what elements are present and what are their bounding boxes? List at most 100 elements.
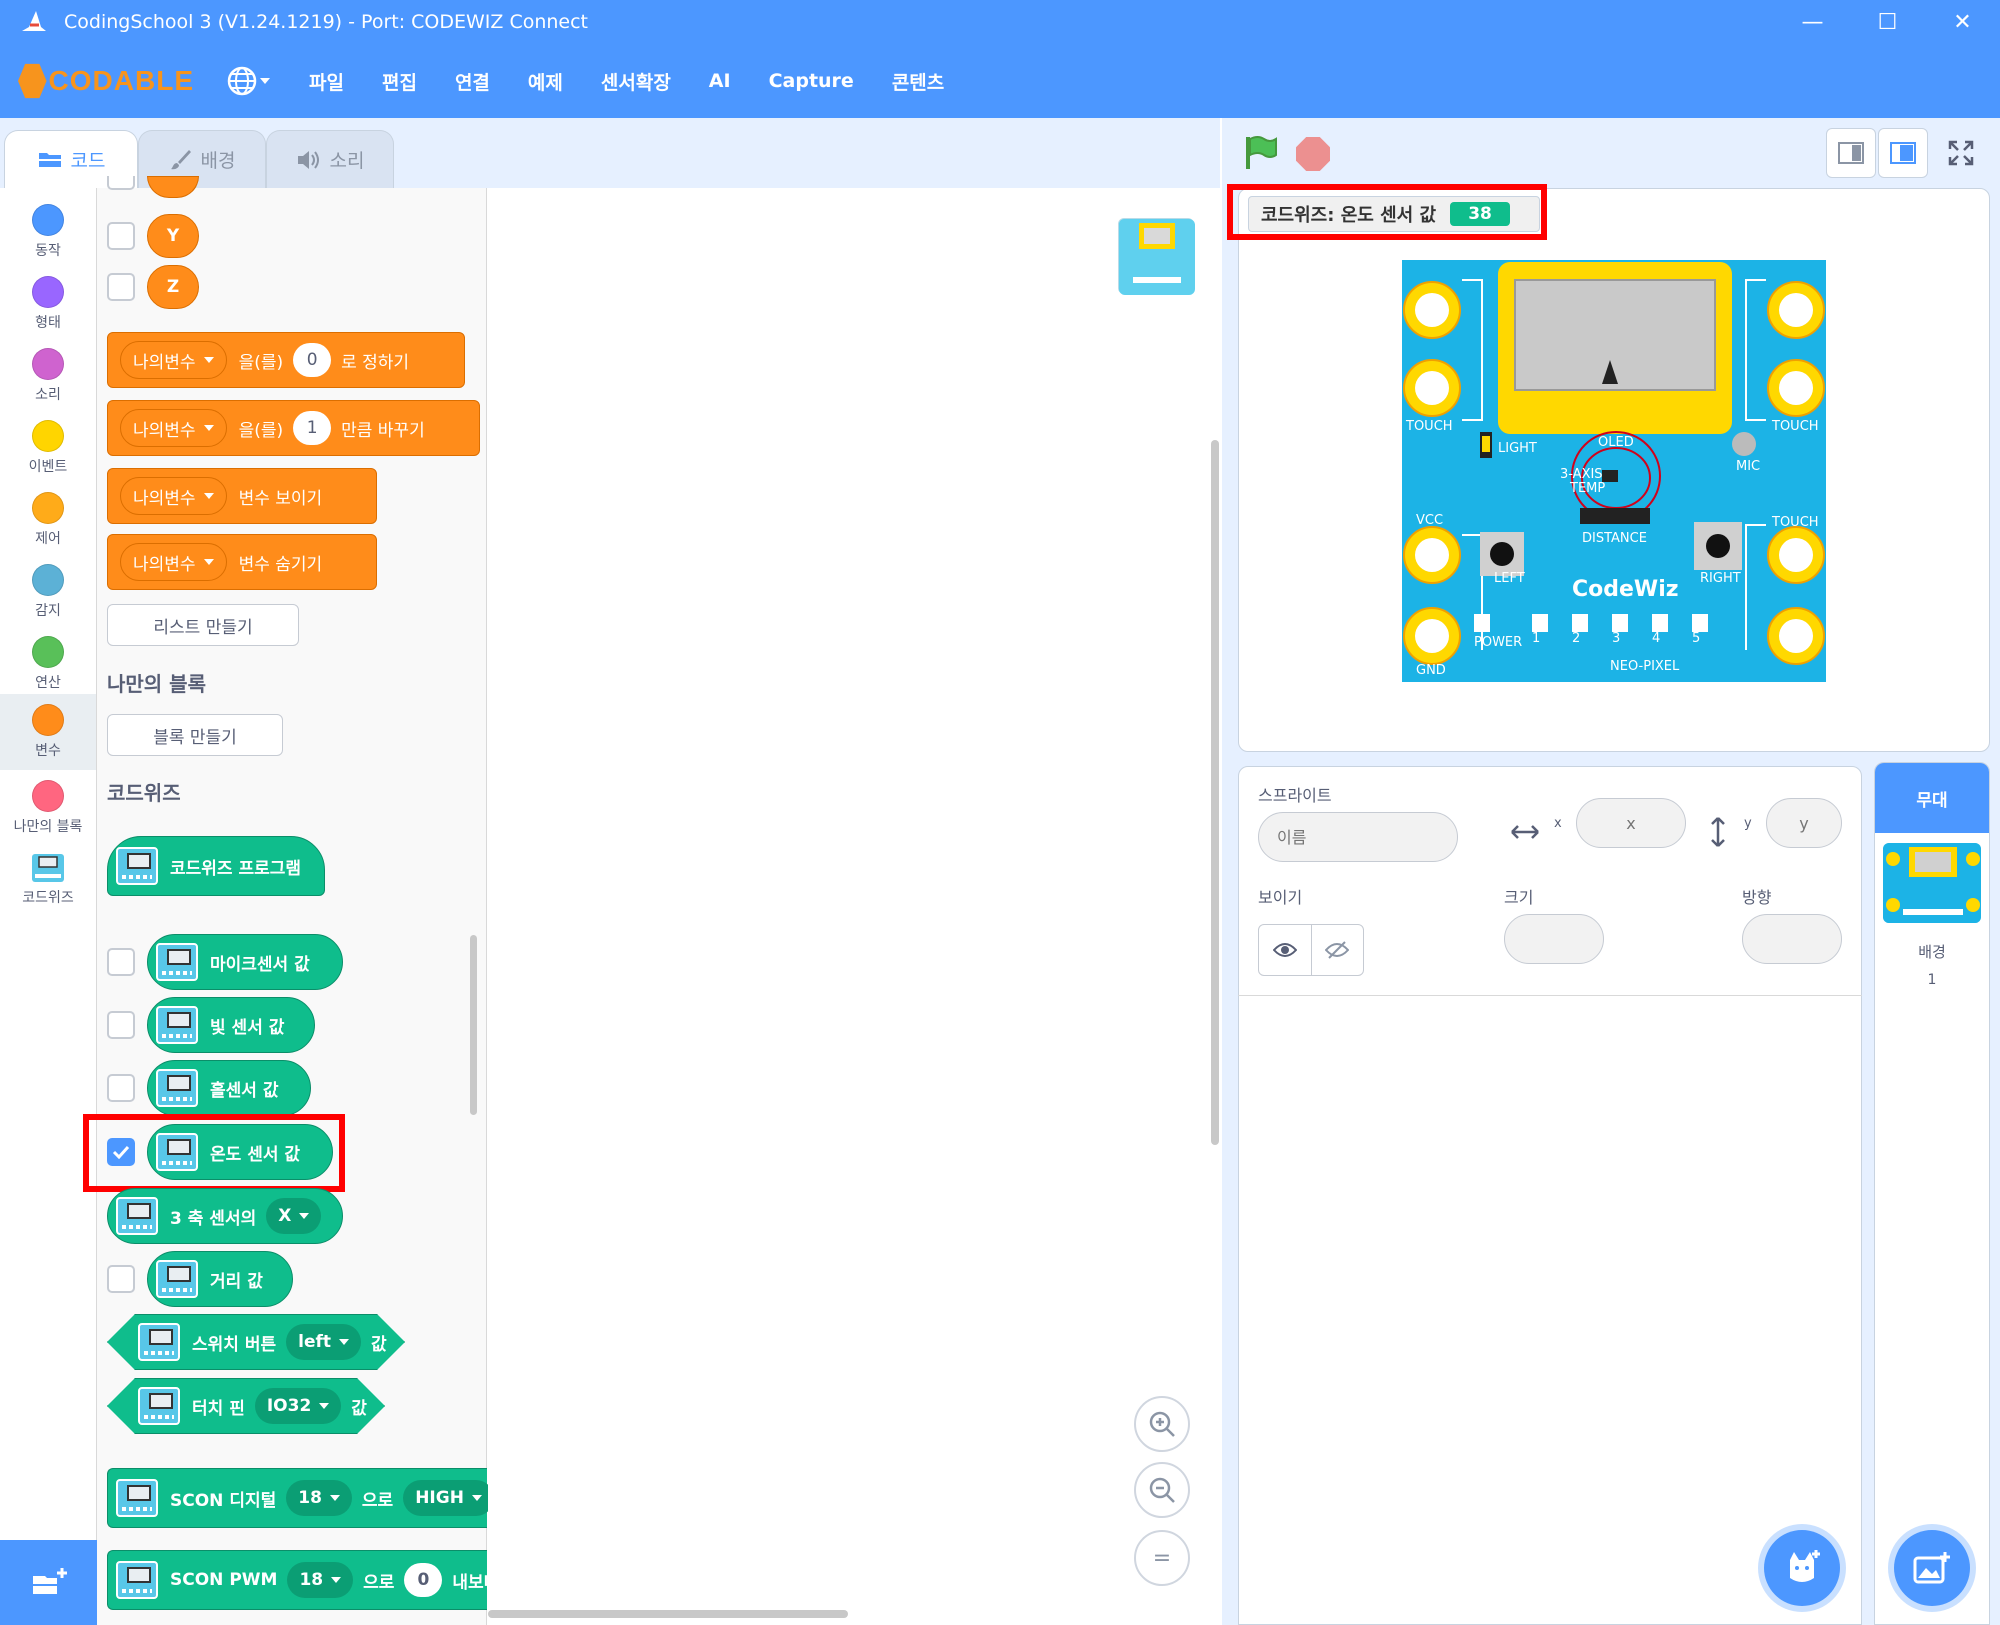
zoom-out-button[interactable] [1134,1462,1190,1518]
menu-contents[interactable]: 콘텐츠 [892,68,944,95]
codewiz-program-block[interactable]: 코드위즈 프로그램 [107,836,325,896]
add-extension-button[interactable] [0,1540,97,1625]
direction-input[interactable] [1742,914,1842,964]
reporter-y[interactable]: Y [147,214,199,258]
category-events[interactable]: 이벤트 [0,412,96,484]
scon-pwm-value-input[interactable]: 0 [404,1563,443,1597]
distance-reporter[interactable]: 거리 값 [147,1251,293,1307]
board-label-oled: OLED [1598,435,1634,450]
variable-dropdown[interactable]: 나의변수 [120,477,227,515]
category-control[interactable]: 제어 [0,484,96,556]
checkbox-hall[interactable] [107,1074,135,1102]
menu-bar: CODABLE 파일 편집 연결 예제 센서확장 AI Capture 콘텐츠 [0,44,2000,118]
hide-sprite-button[interactable] [1310,925,1364,975]
switch-button-boolean[interactable]: 스위치 버튼 left 값 [107,1314,405,1370]
category-dot [32,704,64,736]
set-variable-block[interactable]: 나의변수 을(를) 0 로 정하기 [107,332,465,388]
minimize-button[interactable]: — [1775,0,1850,44]
checkbox-distance[interactable] [107,1265,135,1293]
variable-dropdown[interactable]: 나의변수 [120,543,227,581]
close-button[interactable]: ✕ [1925,0,2000,44]
variable-dropdown[interactable]: 나의변수 [120,341,227,379]
hall-sensor-reporter[interactable]: 홀센서 값 [147,1060,311,1116]
checkbox-mic[interactable] [107,948,135,976]
direction-label: 방향 [1742,888,1772,907]
axis-sensor-reporter[interactable]: 3 축 센서의 X [107,1188,343,1244]
code-icon [38,152,61,167]
menu-sensor-extension[interactable]: 센서확장 [601,68,671,95]
category-codewiz[interactable]: 코드위즈 [0,844,96,916]
mic-sensor-reporter[interactable]: 마이크센서 값 [147,934,343,990]
scon-digital-block[interactable]: SCON 디지털 18 으로 HIGH [107,1468,494,1528]
globe-icon [227,66,257,96]
palette-scrollbar[interactable] [470,935,477,1115]
y-input[interactable] [1766,798,1842,848]
green-flag-button[interactable] [1244,135,1278,175]
small-stage-button[interactable] [1826,128,1876,178]
category-label: 소리 [35,387,61,403]
scon-pwm-block[interactable]: SCON PWM 18 으로 0 내보내 [107,1550,487,1610]
category-my-blocks[interactable]: 나만의 블록 [0,772,96,844]
show-sprite-button[interactable] [1259,925,1311,975]
tab-sound[interactable]: 소리 [266,130,394,188]
menu-ai[interactable]: AI [709,70,731,92]
touch-pin-boolean[interactable]: 터치 핀 IO32 값 [107,1378,385,1434]
zoom-reset-button[interactable]: = [1134,1530,1190,1586]
codewiz-board-icon [116,1561,158,1599]
codewiz-board-sprite[interactable]: TOUCH TOUCH TOUCH LIGHT OLED MIC 3-AXIS … [1402,260,1826,682]
switch-dropdown[interactable]: left [286,1324,361,1360]
category-variables[interactable]: 변수 [0,694,96,770]
category-sound[interactable]: 소리 [0,340,96,412]
value-input[interactable]: 0 [293,343,332,377]
window-titlebar: CodingSchool 3 (V1.24.1219) - Port: CODE… [0,0,2000,44]
x-input[interactable] [1576,798,1686,848]
block-text: 3 축 센서의 [170,1208,257,1229]
show-variable-block[interactable]: 나의변수 변수 보이기 [107,468,377,524]
normal-stage-button[interactable] [1878,128,1928,178]
menu-edit[interactable]: 편집 [382,68,417,95]
choose-sprite-button[interactable] [1764,1530,1840,1606]
board-label-left: LEFT [1494,571,1525,586]
sprite-name-input[interactable] [1258,812,1458,862]
checkbox-y[interactable] [107,222,135,250]
checkbox-z[interactable] [107,273,135,301]
menu-capture[interactable]: Capture [769,70,854,92]
zoom-in-icon [1149,1411,1175,1437]
reporter-z[interactable]: Z [147,265,199,309]
brush-icon [170,149,191,169]
hide-variable-block[interactable]: 나의변수 변수 숨기기 [107,534,377,590]
fullscreen-button[interactable] [1936,128,1986,178]
zoom-in-button[interactable] [1134,1396,1190,1452]
script-horizontal-scrollbar[interactable] [488,1610,848,1618]
block-text: 값 [371,1334,387,1355]
category-sensing[interactable]: 감지 [0,556,96,628]
codable-logo[interactable]: CODABLE [18,62,194,100]
value-input[interactable]: 1 [293,411,332,445]
checkbox-x[interactable] [107,176,135,190]
light-sensor-reporter[interactable]: 빛 센서 값 [147,997,315,1053]
axis-dropdown[interactable]: X [266,1198,322,1234]
menu-examples[interactable]: 예제 [528,68,563,95]
menu-file[interactable]: 파일 [309,68,344,95]
category-looks[interactable]: 형태 [0,268,96,340]
script-area[interactable] [488,188,1222,1625]
touch-pin-dropdown[interactable]: IO32 [255,1388,341,1424]
choose-backdrop-button[interactable] [1894,1530,1970,1606]
category-operators[interactable]: 연산 [0,628,96,700]
category-motion[interactable]: 동작 [0,196,96,268]
scon-pwm-pin-dropdown[interactable]: 18 [287,1562,354,1598]
script-vertical-scrollbar[interactable] [1211,440,1219,1145]
menu-connect[interactable]: 연결 [455,68,490,95]
make-list-button[interactable]: 리스트 만들기 [107,604,299,646]
block-text: 변수 숨기기 [238,554,323,575]
language-menu[interactable] [226,65,272,97]
scon-digital-pin-dropdown[interactable]: 18 [286,1480,352,1516]
variable-dropdown[interactable]: 나의변수 [120,409,227,447]
change-variable-block[interactable]: 나의변수 을(를) 1 만큼 바꾸기 [107,400,480,456]
size-input[interactable] [1504,914,1604,964]
scon-digital-value-dropdown[interactable]: HIGH [403,1480,494,1516]
make-block-button[interactable]: 블록 만들기 [107,714,283,756]
stage-selector[interactable]: 무대 배경 1 [1874,762,1990,1625]
maximize-button[interactable]: ☐ [1850,0,1925,44]
checkbox-light[interactable] [107,1011,135,1039]
